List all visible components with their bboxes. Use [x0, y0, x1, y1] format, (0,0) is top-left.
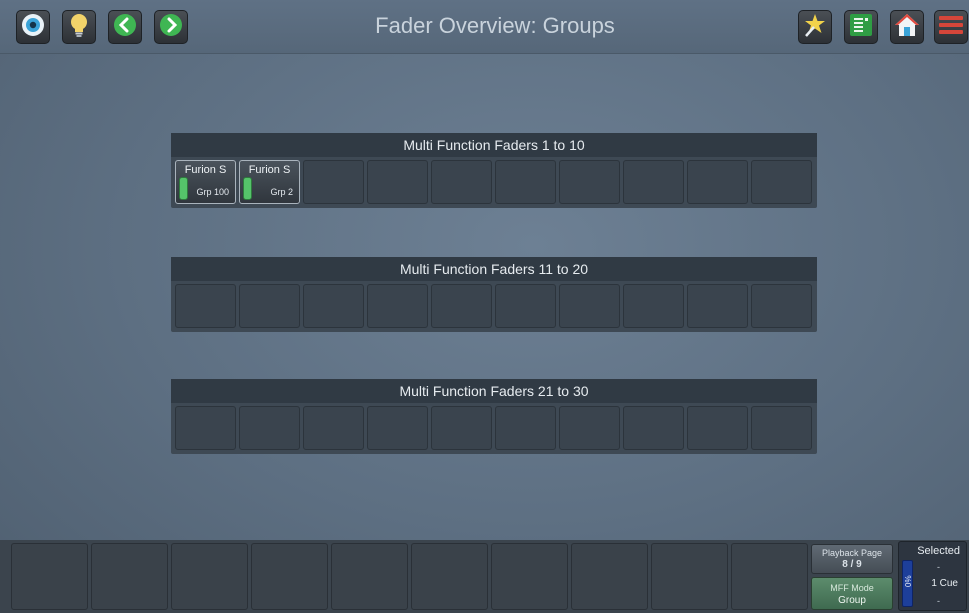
fader-slot-10[interactable]	[751, 160, 812, 204]
fader-slot-28[interactable]	[623, 406, 684, 450]
lighting-button[interactable]	[62, 10, 96, 44]
mff-mode-label: MFF Mode	[830, 583, 874, 593]
selected-title: Selected	[917, 545, 960, 557]
fader-group-1-10: Multi Function Faders 1 to 10 Furion S G…	[171, 133, 817, 208]
page-title: Fader Overview: Groups	[375, 13, 615, 38]
selected-level-bar: 0%	[902, 560, 913, 607]
view-button[interactable]	[16, 10, 50, 44]
chevron-right-icon	[159, 13, 183, 42]
fader-level-bar	[243, 177, 252, 200]
selected-level-value: 0%	[904, 575, 913, 587]
selected-playback[interactable]: Selected 0% - 1 Cue -	[898, 541, 967, 611]
playback-slot-10[interactable]	[731, 543, 808, 610]
fader-slot-29[interactable]	[687, 406, 748, 450]
fader-level-bar	[179, 177, 188, 200]
fader-slot-5[interactable]	[431, 160, 492, 204]
fader-slot-30[interactable]	[751, 406, 812, 450]
fader-slot-20[interactable]	[751, 284, 812, 328]
fader-slot-label: Furion S	[248, 164, 291, 176]
previous-button[interactable]	[108, 10, 142, 44]
fader-slot-17[interactable]	[559, 284, 620, 328]
menu-button[interactable]	[934, 10, 968, 44]
fader-slot-12[interactable]	[239, 284, 300, 328]
lightbulb-icon	[67, 12, 91, 43]
playback-slot-5[interactable]	[331, 543, 408, 610]
fader-slot-8[interactable]	[623, 160, 684, 204]
chevron-left-icon	[113, 13, 137, 42]
playback-page-value: 8 / 9	[842, 559, 862, 570]
fader-slot-19[interactable]	[687, 284, 748, 328]
mff-mode-button[interactable]: MFF Mode Group	[811, 577, 893, 610]
fader-slot-label: Furion S	[184, 164, 227, 176]
fader-slot-26[interactable]	[495, 406, 556, 450]
cue-list-icon	[849, 13, 873, 42]
home-button[interactable]	[890, 10, 924, 44]
fader-slot-16[interactable]	[495, 284, 556, 328]
top-bar: Fader Overview: Groups	[0, 0, 969, 54]
fader-slot-9[interactable]	[687, 160, 748, 204]
fader-slot-group: Grp 2	[270, 187, 293, 197]
playback-slot-7[interactable]	[491, 543, 568, 610]
fader-slot-2[interactable]: Furion S Grp 2	[239, 160, 300, 204]
next-button[interactable]	[154, 10, 188, 44]
fader-slot-3[interactable]	[303, 160, 364, 204]
selected-line-2: -	[937, 596, 940, 606]
playback-page-label: Playback Page	[821, 548, 883, 558]
cue-list-button[interactable]	[844, 10, 878, 44]
fader-slot-27[interactable]	[559, 406, 620, 450]
fader-slot-11[interactable]	[175, 284, 236, 328]
playback-slot-3[interactable]	[171, 543, 248, 610]
fader-slot-25[interactable]	[431, 406, 492, 450]
fader-group-21-30: Multi Function Faders 21 to 30	[171, 379, 817, 454]
eye-icon	[21, 13, 45, 42]
fader-slot-18[interactable]	[623, 284, 684, 328]
playback-slot-4[interactable]	[251, 543, 328, 610]
fader-slot-15[interactable]	[431, 284, 492, 328]
fader-slot-13[interactable]	[303, 284, 364, 328]
playback-page-button[interactable]: Playback Page 8 / 9	[811, 544, 893, 574]
fader-slot-1[interactable]: Furion S Grp 100	[175, 160, 236, 204]
effects-button[interactable]	[798, 10, 832, 44]
home-icon	[894, 12, 920, 43]
fader-slot-7[interactable]	[559, 160, 620, 204]
playback-slot-6[interactable]	[411, 543, 488, 610]
selected-line-1: -	[937, 562, 940, 572]
fader-slot-group: Grp 100	[196, 187, 229, 197]
fader-slot-6[interactable]	[495, 160, 556, 204]
playback-slot-1[interactable]	[11, 543, 88, 610]
fader-slot-22[interactable]	[239, 406, 300, 450]
mff-mode-value: Group	[838, 595, 866, 606]
playback-slot-9[interactable]	[651, 543, 728, 610]
fader-group-title: Multi Function Faders 1 to 10	[171, 133, 817, 157]
hamburger-menu-icon	[938, 13, 964, 42]
playback-slot-2[interactable]	[91, 543, 168, 610]
fader-group-11-20: Multi Function Faders 11 to 20	[171, 257, 817, 332]
fader-slot-21[interactable]	[175, 406, 236, 450]
fader-slot-23[interactable]	[303, 406, 364, 450]
fader-slot-14[interactable]	[367, 284, 428, 328]
playback-slot-8[interactable]	[571, 543, 648, 610]
selected-cue: 1 Cue	[931, 578, 958, 589]
fader-slot-4[interactable]	[367, 160, 428, 204]
magic-wand-icon	[802, 12, 828, 43]
fader-group-title: Multi Function Faders 21 to 30	[171, 379, 817, 403]
fader-group-title: Multi Function Faders 11 to 20	[171, 257, 817, 281]
fader-slot-24[interactable]	[367, 406, 428, 450]
